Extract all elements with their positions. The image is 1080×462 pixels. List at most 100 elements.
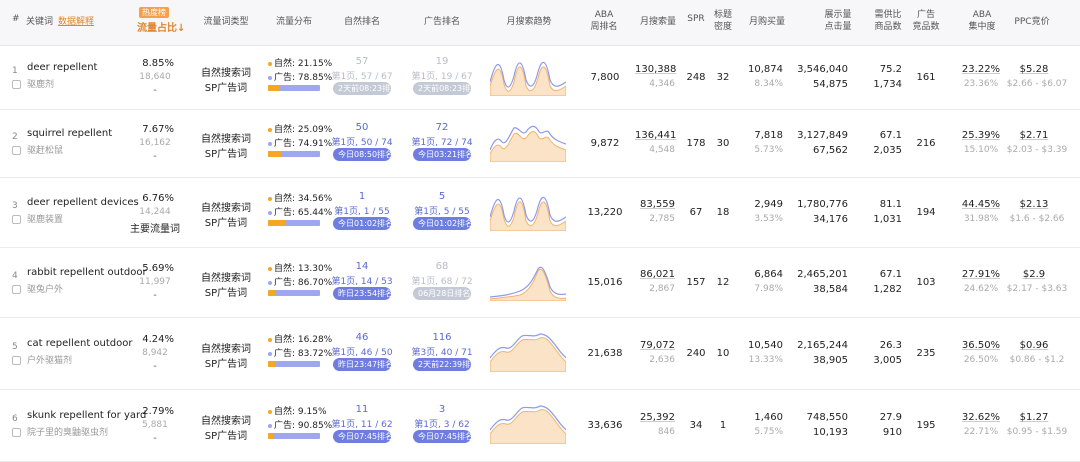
monthly-trend-chart[interactable] — [489, 404, 567, 445]
ad-products-value: 216 — [916, 138, 936, 149]
keyword-text[interactable]: cat repellent outdoor — [27, 338, 133, 349]
dist-bar — [268, 85, 320, 91]
aba-concentration-value: 23.22% — [961, 64, 1001, 75]
monthly-trend-chart[interactable] — [489, 191, 567, 232]
product-count-value: 910 — [882, 427, 902, 438]
organic-rank-time-badge: 昨日23:54排名 — [333, 287, 393, 300]
row-checkbox[interactable] — [12, 428, 21, 437]
monthly-search-daily: 2,785 — [649, 214, 675, 224]
aba-concentration-sub: 15.10% — [963, 145, 999, 155]
keyword-text[interactable]: deer repellent — [27, 62, 97, 73]
header-ad-products[interactable]: 广告 竞品数 — [912, 9, 939, 33]
purchase-rate: 7.98% — [754, 284, 783, 294]
supply-demand-value: 26.3 — [879, 340, 902, 351]
traffic-share-count: 18,640 — [139, 72, 171, 82]
clicks-value: 34,176 — [813, 214, 848, 225]
organic-rank-time-badge: 今日08:50排名 — [333, 148, 393, 161]
traffic-type-organic: 自然搜索词 — [201, 134, 251, 145]
header-keyword[interactable]: 关键词 — [26, 14, 53, 27]
monthly-trend-chart[interactable] — [489, 332, 567, 373]
monthly-purchase-value: 6,864 — [754, 269, 783, 280]
organic-rank[interactable]: 14 — [327, 261, 397, 272]
row-checkbox[interactable] — [12, 356, 21, 365]
ad-rank[interactable]: 68 — [407, 261, 477, 272]
monthly-trend-chart[interactable] — [489, 56, 567, 97]
data-explain-link[interactable]: 数据解释 — [58, 14, 94, 27]
keyword-text[interactable]: deer repellent devices — [27, 197, 139, 208]
keyword-text[interactable]: squirrel repellent — [27, 128, 112, 139]
traffic-tag: - — [153, 290, 157, 301]
traffic-tag: - — [153, 151, 157, 162]
organic-rank[interactable]: 50 — [327, 122, 397, 133]
keyword-translation: 户外驱猫剂 — [27, 356, 73, 366]
header-monthly-trend: 月搜索趋势 — [506, 17, 552, 27]
header-ad-rank[interactable]: 广告排名 — [424, 14, 460, 27]
organic-rank[interactable]: 11 — [327, 404, 397, 415]
traffic-share-pct: 2.79% — [142, 406, 174, 417]
row-checkbox[interactable] — [12, 146, 21, 155]
aba-concentration-value: 25.39% — [961, 130, 1001, 141]
ppc-value: $2.9 — [1022, 269, 1046, 280]
purchase-rate: 3.53% — [754, 214, 783, 224]
organic-dot-icon — [268, 127, 272, 132]
monthly-trend-chart[interactable] — [489, 122, 567, 163]
header-monthly-search[interactable]: 月搜索量 — [640, 14, 676, 27]
ad-rank-page: 第1页, 72 / 74 — [411, 138, 473, 148]
monthly-purchase-value: 10,874 — [748, 64, 783, 75]
monthly-purchase-value: 2,949 — [754, 199, 783, 210]
traffic-share-count: 11,997 — [139, 277, 171, 287]
row-checkbox[interactable] — [12, 215, 21, 224]
organic-rank[interactable]: 1 — [327, 191, 397, 202]
keyword-translation: 院子里的臭鼬驱虫剂 — [27, 428, 109, 438]
ppc-range: $0.86 - $1.2 — [1009, 355, 1065, 365]
dist-bar — [268, 361, 320, 367]
ad-rank-page: 第1页, 68 / 72 — [411, 277, 473, 287]
monthly-trend-chart[interactable] — [489, 261, 567, 302]
header-supply-demand[interactable]: 需供比 商品数 — [874, 9, 901, 33]
monthly-search-value: 25,392 — [640, 412, 675, 423]
aba-concentration-sub: 31.98% — [963, 214, 999, 224]
ad-rank[interactable]: 72 — [407, 122, 477, 133]
supply-demand-value: 67.1 — [879, 130, 902, 141]
dist-ad: 广告: 90.85% — [268, 418, 332, 431]
table-row: 6 skunk repellent for yard 院子里的臭鼬驱虫剂 2.79% 5… — [0, 390, 1080, 462]
aba-concentration-value: 36.50% — [961, 340, 1001, 351]
header-aba-rank[interactable]: ABA 周排名 — [590, 9, 617, 33]
aba-rank-value: 21,638 — [587, 348, 623, 359]
header-spr[interactable]: SPR — [687, 14, 704, 24]
ad-rank[interactable]: 116 — [407, 332, 477, 343]
traffic-type-sp: SP广告词 — [204, 83, 248, 94]
ad-rank-page: 第1页, 5 / 55 — [414, 207, 470, 217]
ppc-value: $2.71 — [1019, 130, 1049, 141]
dist-ad-label: 广告: — [274, 139, 296, 149]
dist-ad: 广告: 83.72% — [268, 346, 332, 359]
organic-rank[interactable]: 57 — [327, 56, 397, 67]
header-aba-concentration[interactable]: ABA 集中度 — [968, 9, 995, 33]
ad-rank[interactable]: 3 — [407, 404, 477, 415]
ad-rank[interactable]: 5 — [407, 191, 477, 202]
ad-rank-time-badge: 2天前08:23排名 — [413, 82, 478, 95]
header-traffic-share-sort[interactable]: 流量占比↓ — [137, 19, 185, 34]
dist-bar-organic-fill — [268, 433, 273, 439]
traffic-type-organic: 自然搜索词 — [201, 273, 251, 284]
dist-ad: 广告: 78.85% — [268, 70, 332, 83]
organic-rank-page: 第1页, 50 / 74 — [331, 138, 393, 148]
header-index: # — [12, 14, 20, 24]
ppc-value: $1.27 — [1019, 412, 1049, 423]
header-monthly-purchase[interactable]: 月购买量 — [749, 14, 785, 27]
product-count-value: 1,734 — [873, 79, 902, 90]
ad-rank-time-badge: 2天前22:39排名 — [413, 358, 478, 371]
row-checkbox[interactable] — [12, 80, 21, 89]
row-checkbox[interactable] — [12, 285, 21, 294]
dist-bar-organic-fill — [268, 220, 286, 226]
organic-rank[interactable]: 46 — [327, 332, 397, 343]
header-ppc[interactable]: PPC竞价 — [1014, 14, 1049, 27]
traffic-share-pct: 8.85% — [142, 58, 174, 69]
aba-rank-value: 7,800 — [590, 72, 620, 83]
ad-rank[interactable]: 19 — [407, 56, 477, 67]
header-title-density[interactable]: 标题 密度 — [714, 9, 732, 33]
clicks-value: 10,193 — [813, 427, 848, 438]
header-impressions-clicks[interactable]: 展示量 点击量 — [824, 9, 851, 33]
header-organic-rank[interactable]: 自然排名 — [344, 14, 380, 27]
dist-bar — [268, 220, 320, 226]
